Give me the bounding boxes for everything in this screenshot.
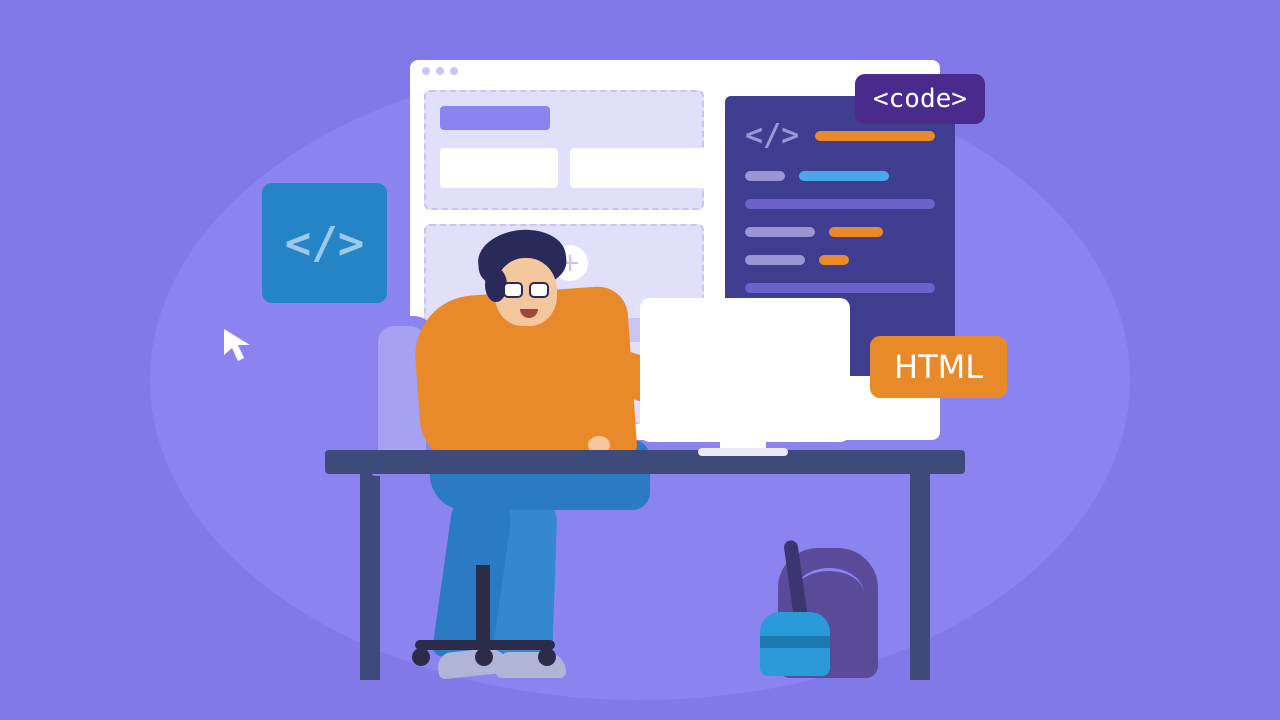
wireframe-panel-top: [424, 90, 704, 210]
desk-leg: [910, 470, 930, 680]
code-glyph-icon: </>: [745, 118, 799, 153]
monitor-base: [698, 448, 788, 456]
code-line: [745, 199, 935, 209]
code-line: [745, 227, 815, 237]
code-line: [745, 255, 805, 265]
placeholder-box: [440, 148, 558, 188]
code-line: [745, 171, 785, 181]
placeholder-bar: [440, 106, 550, 130]
desk-leg: [360, 470, 380, 680]
chair-post: [476, 565, 490, 645]
window-dot-icon: [422, 67, 430, 75]
window-dot-icon: [436, 67, 444, 75]
glasses-icon: [503, 282, 555, 300]
placeholder-box: [570, 148, 720, 188]
window-dot-icon: [450, 67, 458, 75]
chair-wheel-icon: [475, 648, 493, 666]
desk-top: [325, 450, 965, 474]
cursor-icon: [218, 325, 258, 365]
backpack: [760, 540, 880, 685]
code-line: [819, 255, 849, 265]
chair-wheel-icon: [538, 648, 556, 666]
code-line: [745, 283, 935, 293]
code-line: [815, 131, 935, 141]
code-line: [829, 227, 883, 237]
backpack-band: [760, 636, 830, 648]
chair-wheel-icon: [412, 648, 430, 666]
code-line: [799, 171, 889, 181]
code-tile-icon: </>: [262, 183, 387, 303]
monitor-screen: [640, 298, 850, 442]
html-badge: HTML: [870, 336, 1007, 398]
code-badge: <code>: [855, 74, 985, 124]
